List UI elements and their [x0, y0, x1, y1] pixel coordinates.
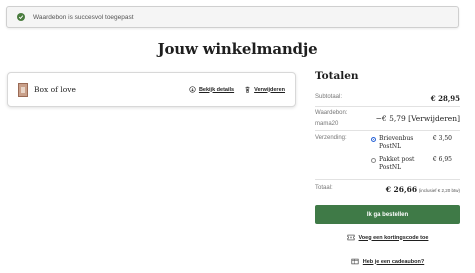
total-value: € 26,66 — [385, 185, 418, 194]
shipping-label: Verzending: — [315, 135, 347, 141]
voucher-remove-link[interactable]: [Verwijderen] — [408, 114, 460, 123]
shipping-option-brievenbus[interactable]: Brievenbus PostNL € 3,50 — [371, 135, 460, 153]
success-notice: Waardebon is succesvol toegepast — [6, 6, 459, 28]
divider — [315, 130, 460, 131]
remove-item-label: Verwijderen — [254, 86, 285, 93]
divider — [315, 106, 460, 107]
product-thumbnail[interactable] — [18, 82, 28, 97]
subtotal-label: Subtotaal: — [315, 94, 343, 100]
remove-item-link[interactable]: Verwijderen — [244, 86, 285, 93]
check-circle-icon — [17, 13, 25, 21]
tax-note: (inclusief € 2,20 btw) — [418, 188, 460, 193]
voucher-amount: −€ 5,79 [Verwijderen] — [376, 114, 460, 123]
gift-card-label: Heb je een cadeaubon? — [362, 258, 425, 265]
cart-item: Box of love Bekijk details Verwijderen — [7, 72, 296, 107]
view-details-link[interactable]: Bekijk details — [189, 86, 234, 93]
view-details-label: Bekijk details — [198, 86, 235, 93]
shipping-option-price: € 3,50 — [432, 135, 452, 142]
voucher-label: Waardebon: — [315, 110, 348, 116]
radio-unselected[interactable] — [371, 158, 376, 163]
voucher-code: mama20 — [315, 121, 339, 127]
checkout-button[interactable]: Ik ga bestellen — [315, 205, 460, 224]
divider — [315, 179, 460, 180]
notice-message: Waardebon is succesvol toegepast — [33, 13, 134, 21]
info-icon — [189, 86, 196, 93]
product-name[interactable]: Box of love — [34, 85, 179, 94]
page-title: Jouw winkelmandje — [157, 40, 318, 58]
trash-icon — [244, 86, 251, 93]
total-label: Totaal: — [315, 185, 333, 191]
add-coupon-link[interactable]: Voeg een kortingscode toe — [315, 234, 460, 241]
totals-title: Totalen — [315, 70, 359, 82]
ticket-icon — [347, 234, 355, 241]
shipping-option-price: € 6,95 — [432, 156, 452, 163]
shipping-option-name: Pakket post PostNL — [379, 156, 415, 171]
gift-card-link[interactable]: Heb je een cadeaubon? — [315, 258, 460, 265]
total-amount: € 26,66 (inclusief € 2,20 btw) — [386, 185, 460, 194]
subtotal-value: € 28,95 — [430, 94, 460, 103]
voucher-value: −€ 5,79 — [375, 114, 406, 123]
total-row: Totaal: € 26,66 (inclusief € 2,20 btw) — [315, 185, 460, 194]
subtotal-row: Subtotaal: € 28,95 — [315, 94, 460, 103]
add-coupon-label: Voeg een kortingscode toe — [358, 234, 429, 241]
shipping-option-pakket[interactable]: Pakket post PostNL € 6,95 — [371, 156, 460, 174]
gift-card-icon — [351, 258, 359, 265]
shipping-option-name: Brievenbus PostNL — [379, 135, 414, 150]
radio-selected[interactable] — [371, 137, 376, 142]
